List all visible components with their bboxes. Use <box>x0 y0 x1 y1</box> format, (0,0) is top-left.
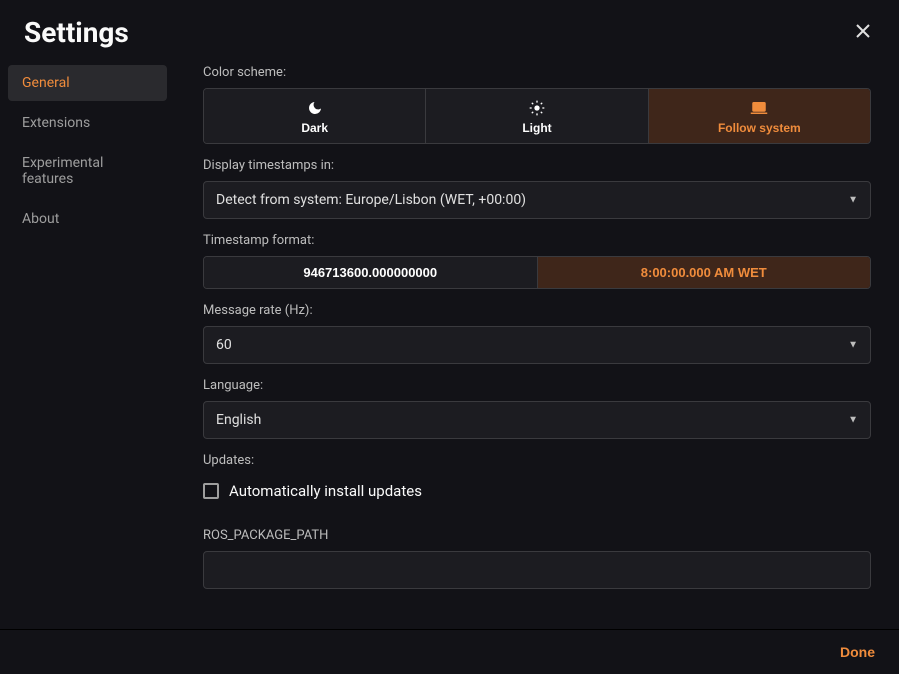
sidebar-item-extensions[interactable]: Extensions <box>8 105 167 141</box>
chevron-down-icon: ▼ <box>848 340 858 351</box>
laptop-icon <box>750 99 768 117</box>
color-scheme-light[interactable]: Light <box>426 89 648 143</box>
sidebar-item-experimental[interactable]: Experimental features <box>8 145 167 197</box>
ros-path-label: ROS_PACKAGE_PATH <box>203 528 871 543</box>
moon-icon <box>307 99 323 117</box>
timestamp-format-raw-label: 946713600.000000000 <box>303 265 437 280</box>
timestamp-format-raw[interactable]: 946713600.000000000 <box>204 257 538 288</box>
timestamp-format-label: Timestamp format: <box>203 233 871 248</box>
auto-install-checkbox[interactable] <box>203 483 219 499</box>
language-value: English <box>216 412 261 428</box>
color-scheme-dark[interactable]: Dark <box>204 89 426 143</box>
settings-panel[interactable]: Color scheme: Dark Light Follow system <box>175 57 899 629</box>
color-scheme-follow[interactable]: Follow system <box>649 89 870 143</box>
language-select[interactable]: English ▼ <box>203 401 871 439</box>
message-rate-value: 60 <box>216 337 232 353</box>
color-scheme-group: Dark Light Follow system <box>203 88 871 144</box>
timestamps-label: Display timestamps in: <box>203 158 871 173</box>
timestamps-value: Detect from system: Europe/Lisbon (WET, … <box>216 192 526 208</box>
auto-install-label: Automatically install updates <box>229 482 422 500</box>
ros-path-input[interactable] <box>203 551 871 589</box>
message-rate-label: Message rate (Hz): <box>203 303 871 318</box>
sidebar-item-general[interactable]: General <box>8 65 167 101</box>
timestamps-select[interactable]: Detect from system: Europe/Lisbon (WET, … <box>203 181 871 219</box>
updates-label: Updates: <box>203 453 871 468</box>
sidebar-item-about[interactable]: About <box>8 201 167 237</box>
page-title: Settings <box>24 16 129 49</box>
chevron-down-icon: ▼ <box>848 195 858 206</box>
auto-install-row[interactable]: Automatically install updates <box>203 476 871 506</box>
done-button[interactable]: Done <box>840 644 875 660</box>
timestamp-format-formatted-label: 8:00:00.000 AM WET <box>641 265 767 280</box>
color-scheme-follow-label: Follow system <box>718 121 801 135</box>
language-label: Language: <box>203 378 871 393</box>
timestamp-format-formatted[interactable]: 8:00:00.000 AM WET <box>538 257 871 288</box>
close-icon <box>855 23 871 39</box>
sidebar: General Extensions Experimental features… <box>0 57 175 629</box>
color-scheme-label: Color scheme: <box>203 65 871 80</box>
timestamp-format-group: 946713600.000000000 8:00:00.000 AM WET <box>203 256 871 289</box>
footer: Done <box>0 629 899 674</box>
sun-icon <box>529 99 545 117</box>
close-button[interactable] <box>851 19 875 47</box>
message-rate-select[interactable]: 60 ▼ <box>203 326 871 364</box>
chevron-down-icon: ▼ <box>848 415 858 426</box>
color-scheme-light-label: Light <box>522 121 551 135</box>
color-scheme-dark-label: Dark <box>301 121 328 135</box>
